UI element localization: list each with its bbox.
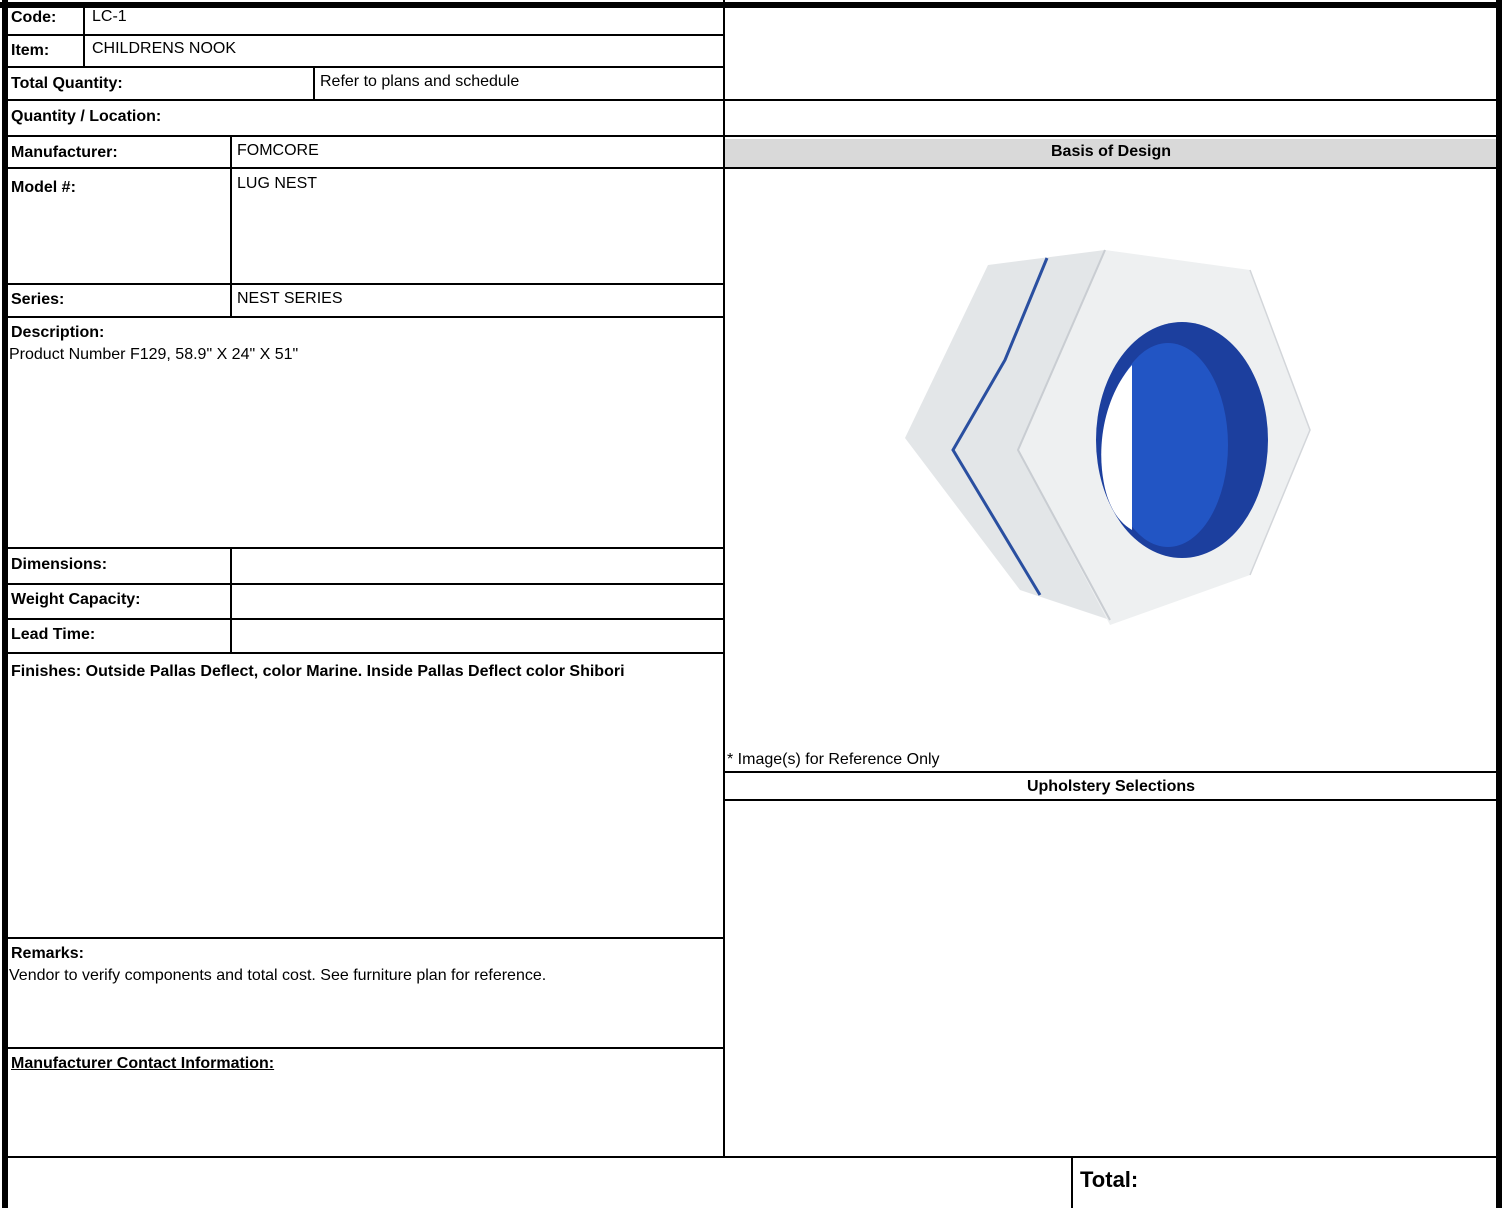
- upholstery-selections-heading: Upholstery Selections: [1026, 778, 1196, 795]
- total-quantity-value: Refer to plans and schedule: [320, 73, 520, 90]
- manufacturer-contact-label: Manufacturer Contact Information:: [11, 1055, 275, 1072]
- description-label: Description:: [11, 324, 105, 341]
- spec-sheet: Code: LC-1 Item: CHILDRENS NOOK Total Qu…: [0, 0, 1502, 1208]
- hexagonal-nook-image: [905, 249, 1311, 625]
- total-label: Total:: [1080, 1167, 1139, 1192]
- finishes-text: Finishes: Outside Pallas Deflect, color …: [11, 663, 625, 680]
- lead-time-label: Lead Time:: [11, 626, 96, 643]
- series-value: NEST SERIES: [237, 290, 343, 307]
- left-border: [2, 0, 8, 1208]
- top-border: [0, 2, 1502, 8]
- product-image: [900, 220, 1320, 640]
- description-value: Product Number F129, 58.9" X 24" X 51": [9, 346, 299, 363]
- code-label: Code:: [11, 9, 57, 26]
- manufacturer-value: FOMCORE: [237, 142, 319, 159]
- code-value: LC-1: [92, 8, 127, 25]
- remarks-label: Remarks:: [11, 945, 84, 962]
- basis-of-design-heading: Basis of Design: [1050, 143, 1172, 160]
- quantity-location-label: Quantity / Location:: [11, 108, 162, 125]
- weight-capacity-label: Weight Capacity:: [11, 591, 141, 608]
- series-label: Series:: [11, 291, 65, 308]
- total-quantity-label: Total Quantity:: [11, 75, 123, 92]
- image-reference-note: * Image(s) for Reference Only: [727, 751, 940, 768]
- manufacturer-label: Manufacturer:: [11, 144, 118, 161]
- remarks-value: Vendor to verify components and total co…: [9, 967, 547, 984]
- item-value: CHILDRENS NOOK: [92, 40, 237, 57]
- column-divider: [723, 0, 725, 1158]
- model-label: Model #:: [11, 179, 76, 196]
- dimensions-label: Dimensions:: [11, 556, 108, 573]
- item-label: Item:: [11, 42, 50, 59]
- model-value: LUG NEST: [237, 175, 318, 192]
- right-border: [1496, 0, 1502, 1208]
